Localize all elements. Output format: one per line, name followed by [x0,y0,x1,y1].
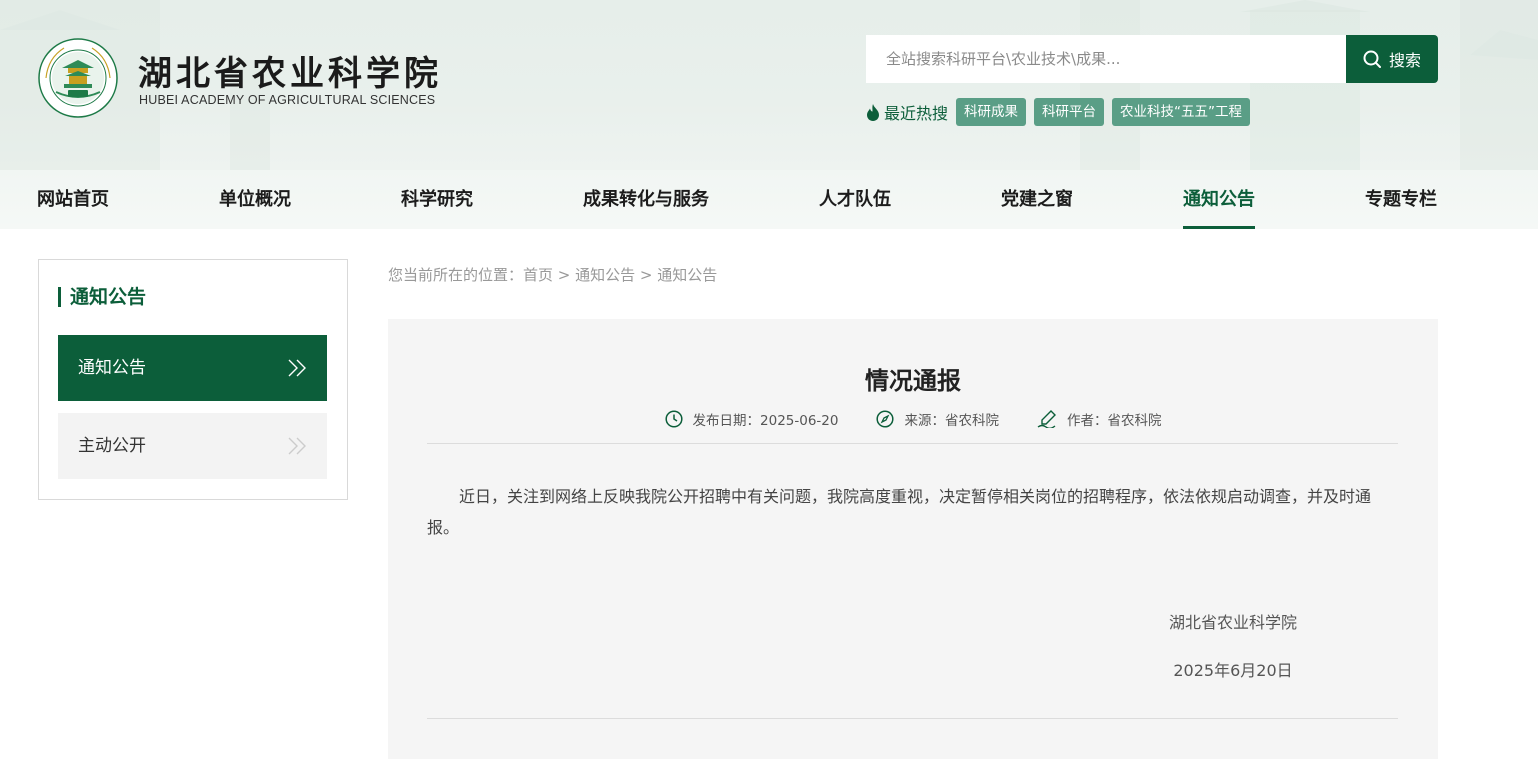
sidebar-title: 通知公告 [58,287,146,307]
hot-search-label-text: 最近热搜 [884,104,949,123]
double-chevron-right-icon [288,359,306,377]
double-chevron-right-icon [288,437,306,455]
article-divider-top [427,443,1398,444]
article-meta: 发布日期：2025-06-20 来源：省农科院 作者：省农科院 [388,408,1438,430]
sidebar: 通知公告 通知公告 主动公开 [38,259,348,500]
clock-icon [664,410,683,428]
nav-item-transfer-service[interactable]: 成果转化与服务 [583,170,709,229]
article-body: 近日，关注到网络上反映我院公开招聘中有关问题，我院高度重视，决定暂停相关岗位的招… [427,487,1372,537]
search-input[interactable] [866,35,1346,83]
nav-item-home[interactable]: 网站首页 [37,170,109,229]
pen-signature-icon [1037,410,1056,428]
meta-author-text: 作者：省农科院 [1066,413,1162,429]
compass-icon [876,410,895,428]
search-button-label: 搜索 [1388,51,1421,70]
nav-item-special-topics[interactable]: 专题专栏 [1365,170,1437,229]
nav-item-notices[interactable]: 通知公告 [1183,170,1255,229]
nav-item-talent[interactable]: 人才队伍 [819,170,891,229]
sidebar-item-public-disclosure[interactable]: 主动公开 [58,413,327,479]
meta-author: 作者：省农科院 [1037,409,1162,429]
hot-search-label: 最近热搜 [866,100,948,124]
nav-item-overview[interactable]: 单位概况 [219,170,291,229]
nav-item-research[interactable]: 科学研究 [401,170,473,229]
org-name-english: HUBEI ACADEMY OF AGRICULTURAL SCIENCES [139,93,436,107]
org-name-chinese: 湖北省农业科学院 [138,54,442,94]
nav-item-party-building[interactable]: 党建之窗 [1001,170,1073,229]
hot-tag-research-results[interactable]: 科研成果 [956,98,1027,126]
sidebar-item-label: 通知公告 [78,358,146,378]
search-icon [1363,50,1381,68]
article-panel: 情况通报 发布日期：2025-06-20 来源：省农科院 作者：省农科院 近日，… [388,319,1438,759]
hot-tag-five-five-project[interactable]: 农业科技“五五”工程 [1112,98,1251,126]
flame-icon [867,103,879,121]
meta-date: 发布日期：2025-06-20 [664,409,839,429]
search-button[interactable]: 搜索 [1346,35,1438,83]
main-nav: 网站首页 单位概况 科学研究 成果转化与服务 人才队伍 党建之窗 通知公告 专题… [0,170,1538,229]
article-title: 情况通报 [865,367,961,395]
article-divider-bottom [427,718,1398,719]
sidebar-item-label: 主动公开 [78,436,146,456]
meta-date-text: 发布日期：2025-06-20 [692,413,839,429]
signature-date: 2025年6月20日 [1173,661,1293,680]
signature-organization: 湖北省农业科学院 [1168,613,1297,632]
breadcrumb: 您当前所在的位置：首页 > 通知公告 > 通知公告 [388,266,718,284]
meta-source: 来源：省农科院 [876,409,999,429]
hot-tag-research-platform[interactable]: 科研平台 [1034,98,1105,126]
sidebar-item-notices[interactable]: 通知公告 [58,335,327,401]
site-header: 湖北省农业科学院 HUBEI ACADEMY OF AGRICULTURAL S… [0,0,1538,170]
academy-emblem-logo [38,38,118,118]
meta-source-text: 来源：省农科院 [904,413,999,429]
hot-search-row: 最近热搜 科研成果 科研平台 农业科技“五五”工程 [866,98,1251,126]
